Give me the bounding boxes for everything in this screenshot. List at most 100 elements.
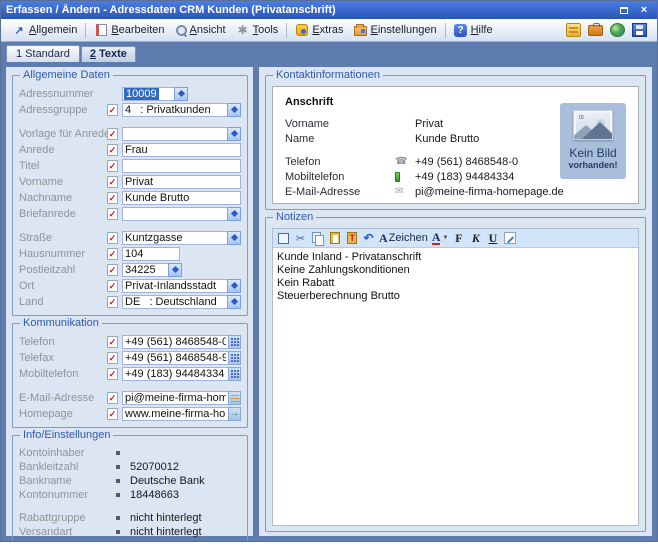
dropdown-button[interactable]	[227, 279, 241, 293]
strasse-input[interactable]	[122, 231, 227, 245]
font-color-icon: A	[432, 231, 441, 245]
go-arrow-icon: →	[230, 409, 240, 419]
bullet-icon	[116, 465, 120, 469]
no-photo-placeholder[interactable]: ϖ Kein Bild vorhanden!	[560, 103, 626, 179]
telefon-input[interactable]	[122, 335, 228, 349]
maximize-note-button[interactable]	[277, 231, 290, 246]
globe-icon[interactable]	[610, 23, 625, 37]
edit-check-icon[interactable]: ✓	[107, 392, 118, 404]
edit-check-icon[interactable]: ✓	[107, 232, 118, 244]
adressgruppe-input[interactable]	[122, 103, 227, 117]
spin-button[interactable]	[168, 263, 182, 277]
field-label: Telefon	[19, 336, 107, 348]
contact-label: Vorname	[285, 118, 395, 130]
edit-check-icon[interactable]: ✓	[107, 208, 118, 220]
pencil-page-icon	[504, 232, 516, 244]
save-icon[interactable]	[632, 23, 647, 37]
address-card-icon[interactable]	[566, 23, 581, 37]
paste-button[interactable]	[328, 231, 341, 246]
italic-button[interactable]: K	[469, 231, 482, 246]
edit-check-icon[interactable]: ✓	[107, 280, 118, 292]
edit-check-icon[interactable]: ✓	[107, 248, 118, 260]
plz-input[interactable]	[122, 263, 168, 277]
menu-hilfe[interactable]: ? Hilfe	[449, 22, 498, 39]
notes-text[interactable]: Kunde Inland - Privatanschrift Keine Zah…	[273, 248, 638, 306]
menu-ansicht-label: Ansicht	[190, 24, 226, 36]
help-icon: ?	[454, 24, 467, 37]
ort-input[interactable]	[122, 279, 227, 293]
land-input[interactable]	[122, 295, 227, 309]
cut-button[interactable]: ✂	[294, 231, 307, 246]
field-row-adressnummer: Adressnummer 10009	[19, 86, 241, 101]
menu-extras[interactable]: Extras	[290, 22, 348, 39]
menu-allgemein[interactable]: ↗ Allgemein	[7, 22, 82, 39]
menu-bearbeiten[interactable]: Bearbeiten	[89, 22, 169, 39]
info-row: Kontoinhaber	[19, 446, 241, 460]
paste-text-button[interactable]	[345, 231, 358, 246]
note-line: Kunde Inland - Privatanschrift	[277, 251, 634, 264]
edit-check-icon[interactable]: ✓	[107, 408, 118, 420]
vorlage-input[interactable]	[122, 127, 227, 141]
dropdown-button[interactable]	[227, 295, 241, 309]
dropdown-button[interactable]	[227, 207, 241, 221]
plz-spinner	[122, 263, 182, 277]
dial-button[interactable]	[228, 335, 241, 349]
compose-email-button[interactable]	[228, 391, 241, 405]
open-homepage-button[interactable]: →	[228, 407, 241, 421]
spin-button[interactable]	[174, 87, 188, 101]
dial-button[interactable]	[228, 351, 241, 365]
menu-tools[interactable]: ✱ Tools	[231, 22, 284, 39]
dropdown-button[interactable]	[227, 127, 241, 141]
nachname-input[interactable]	[122, 191, 241, 205]
email-input[interactable]	[122, 391, 228, 405]
edit-check-icon[interactable]: ✓	[107, 336, 118, 348]
telefax-input[interactable]	[122, 351, 228, 365]
mobile-phone-icon	[395, 172, 400, 182]
vorname-input[interactable]	[122, 175, 241, 189]
dropdown-button[interactable]	[227, 231, 241, 245]
restore-button[interactable]	[616, 4, 632, 17]
briefanrede-input[interactable]	[122, 207, 227, 221]
briefcase-icon[interactable]	[588, 25, 603, 36]
dropdown-button[interactable]	[227, 103, 241, 117]
adressnummer-input[interactable]: 10009	[122, 87, 174, 101]
edit-check-icon[interactable]: ✓	[107, 192, 118, 204]
mobiltelefon-input[interactable]	[122, 367, 228, 381]
bold-button[interactable]: F	[452, 231, 465, 246]
hausnummer-input[interactable]	[122, 247, 180, 261]
edit-note-button[interactable]	[503, 231, 516, 246]
underline-button[interactable]: U	[486, 231, 499, 246]
menu-ansicht[interactable]: Ansicht	[170, 22, 231, 38]
edit-check-icon[interactable]: ✓	[107, 128, 118, 140]
title-bar[interactable]: Erfassen / Ändern - Adressdaten CRM Kund…	[1, 1, 657, 19]
font-color-button[interactable]: A ▼	[432, 231, 449, 246]
edit-check-icon[interactable]: ✓	[107, 104, 118, 116]
edit-check-icon[interactable]: ✓	[107, 176, 118, 188]
adressnummer-spinner: 10009	[122, 87, 188, 101]
tab-texte[interactable]: 2 Texte	[81, 46, 136, 62]
anrede-input[interactable]	[122, 143, 241, 157]
homepage-input[interactable]	[122, 407, 228, 421]
selected-text: 10009	[124, 88, 159, 100]
edit-check-icon[interactable]: ✓	[107, 160, 118, 172]
info-value: Deutsche Bank	[130, 475, 205, 487]
updown-arrows-icon	[230, 282, 237, 289]
menu-einstellungen[interactable]: Einstellungen	[349, 22, 442, 39]
tab-standard[interactable]: 1 Standard	[6, 45, 80, 62]
phone-icon: ☎	[395, 156, 407, 167]
edit-check-icon[interactable]: ✓	[107, 144, 118, 156]
character-dialog-button[interactable]: A Zeichen	[379, 231, 428, 246]
bullet-icon	[116, 516, 120, 520]
dial-button[interactable]	[228, 367, 241, 381]
titel-input[interactable]	[122, 159, 241, 173]
undo-button[interactable]: ↶	[362, 231, 375, 246]
field-label: Hausnummer	[19, 248, 107, 260]
edit-check-icon[interactable]: ✓	[107, 264, 118, 276]
edit-check-icon[interactable]: ✓	[107, 352, 118, 364]
edit-check-icon[interactable]: ✓	[107, 368, 118, 380]
copy-button[interactable]	[311, 231, 324, 246]
close-button[interactable]: ×	[636, 4, 652, 17]
field-label: Land	[19, 296, 107, 308]
caret-down-icon: ▼	[442, 235, 448, 241]
edit-check-icon[interactable]: ✓	[107, 296, 118, 308]
